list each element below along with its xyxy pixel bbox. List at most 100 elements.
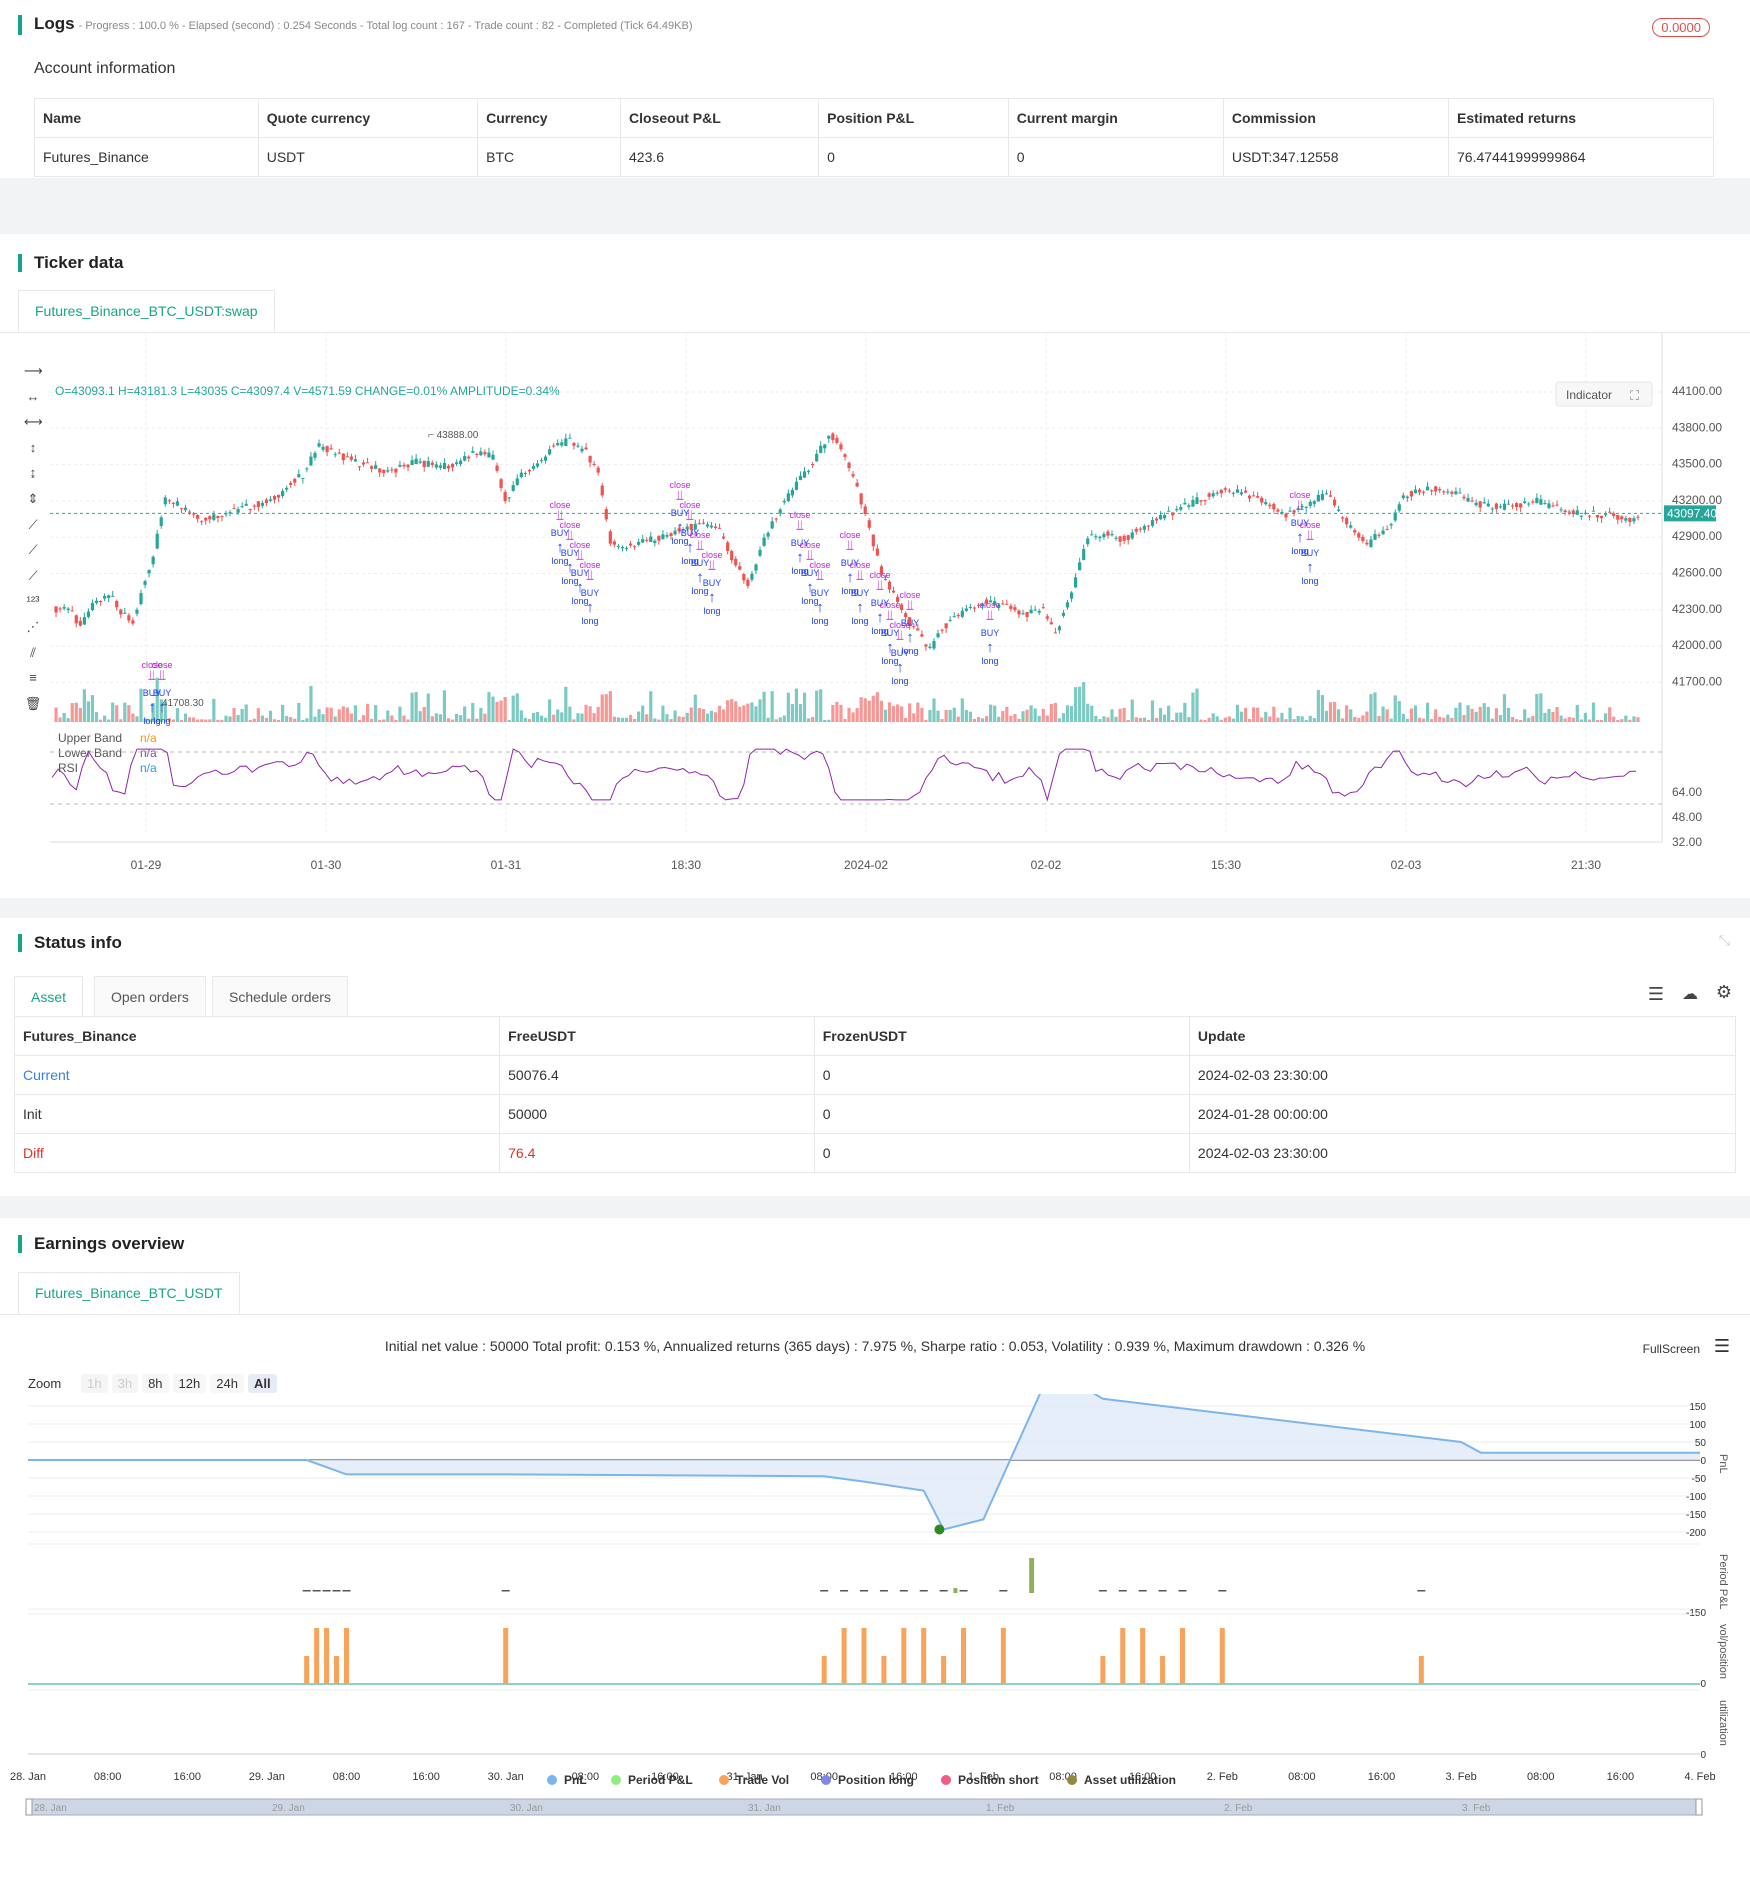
volume-bar	[1620, 719, 1624, 722]
pnl-tick-label: 200	[1689, 1394, 1706, 1395]
candle-body	[1025, 612, 1029, 618]
candle-body	[709, 525, 714, 528]
candle-body	[940, 629, 944, 631]
volume-bar	[426, 693, 430, 722]
close-marker-icon: ⫫	[986, 607, 994, 623]
volume-bar	[685, 712, 689, 722]
volume-bar	[216, 719, 220, 722]
volume-bar	[1171, 719, 1175, 722]
volume-bar	[750, 702, 754, 722]
candle-body	[754, 564, 758, 571]
volume-bar	[1316, 690, 1320, 722]
volume-bar	[1158, 708, 1163, 722]
candle-body	[552, 445, 556, 447]
volume-bar	[831, 704, 835, 722]
candle-body	[859, 493, 863, 505]
zoom-12h-button[interactable]: 12h	[172, 1374, 207, 1393]
cloud-upload-icon[interactable]: ☁	[1682, 984, 1698, 1004]
trade-buy-label: BUY	[153, 688, 172, 698]
zoom-24h-button[interactable]: 24h	[210, 1374, 244, 1393]
volume-bar	[1005, 706, 1009, 722]
volume-bar	[1292, 719, 1296, 722]
volume-bar	[633, 719, 637, 722]
volume-bar	[1434, 709, 1438, 722]
tab-earnings-symbol[interactable]: Futures_Binance_BTC_USDT	[18, 1272, 240, 1314]
volume-bar	[887, 702, 892, 722]
buy-arrow-icon: ↑	[586, 599, 594, 616]
candle-body	[624, 547, 629, 549]
candle-body	[1191, 499, 1195, 507]
gear-icon[interactable]: ⚙	[1716, 982, 1732, 1003]
trade-buy-label: BUY	[851, 588, 870, 598]
volume-bar	[993, 705, 997, 722]
volume-bar	[1393, 695, 1397, 722]
candle-body	[1154, 518, 1159, 521]
candle-body	[495, 465, 499, 471]
tab-open-orders[interactable]: Open orders	[94, 976, 206, 1016]
tab-ticker-symbol[interactable]: Futures_Binance_BTC_USDT:swap	[18, 290, 275, 332]
table-cell: USDT:347.12558	[1222, 137, 1450, 177]
logs-card: Logs - Progress : 100.0 % - Elapsed (seco…	[0, 0, 1750, 178]
candle-body	[503, 491, 507, 502]
zoom-1h-button[interactable]: 1h	[81, 1374, 108, 1393]
volume-bar	[843, 719, 847, 722]
volume-bar	[1227, 716, 1231, 722]
collapse-icon[interactable]: ⤡	[1719, 932, 1730, 949]
candle-body	[86, 611, 91, 617]
pnl-tick-label: 150	[1689, 1402, 1706, 1413]
trade-vol-bar	[1160, 1656, 1166, 1684]
volume-bar	[754, 706, 758, 722]
candle-body	[1543, 502, 1547, 504]
zoom-3h-button[interactable]: 3h	[111, 1374, 139, 1393]
volume-bar	[600, 694, 604, 722]
earnings-summary: Initial net value : 50000 Total profit: …	[384, 1338, 1366, 1354]
volume-bar	[86, 701, 91, 722]
rsi-tick-label: 64.00	[1672, 785, 1702, 799]
min-price-label: 41708.30	[162, 698, 204, 709]
buy-arrow-icon: ↑	[896, 659, 904, 676]
volume-bar	[82, 689, 86, 722]
trade-vol-bar	[324, 1628, 330, 1684]
candle-body	[252, 505, 256, 507]
candle-body	[1260, 497, 1264, 503]
candle-body	[843, 454, 847, 457]
earnings-chart[interactable]: 200150100500-50-100-150-200PnL-150Period…	[0, 1394, 1750, 1892]
tab-schedule-orders[interactable]: Schedule orders	[212, 976, 348, 1016]
rsi-legend-value: n/a	[140, 746, 157, 760]
zoom-All-button[interactable]: All	[247, 1374, 277, 1393]
volume-bar	[1243, 707, 1248, 722]
candle-body	[382, 469, 386, 473]
candle-body	[1235, 489, 1240, 493]
list-icon[interactable]: ☰	[1648, 984, 1664, 1005]
table-cell: Futures_Binance	[34, 137, 259, 177]
candle-body	[301, 477, 305, 479]
tab-asset[interactable]: Asset	[14, 976, 84, 1016]
legend-2-label: Trade Vol	[736, 1773, 789, 1787]
zoom-8h-button[interactable]: 8h	[142, 1374, 169, 1393]
candle-body	[78, 620, 82, 626]
volume-bar	[1466, 705, 1470, 722]
candle-body	[1434, 486, 1438, 492]
volume-bar	[782, 715, 786, 722]
volume-bar	[980, 718, 985, 722]
candle-body	[1320, 494, 1324, 500]
candle-body	[1252, 495, 1256, 497]
candle-body	[402, 464, 406, 467]
volume-bar	[709, 710, 714, 722]
candlestick-chart[interactable]: 44100.00 43800.00 43500.00 43200.00 42900.00…	[0, 332, 1750, 898]
volume-bar	[1134, 717, 1138, 722]
menu-icon[interactable]: ☰	[1714, 1336, 1730, 1357]
fullscreen-button[interactable]: FullScreen	[1643, 1342, 1700, 1356]
candle-body	[1442, 491, 1446, 493]
candle-body	[204, 517, 208, 521]
candle-body	[390, 469, 394, 471]
candle-body	[1142, 526, 1146, 530]
volume-bar	[260, 715, 264, 722]
volume-bar	[1219, 719, 1223, 722]
navigator-tick: 1. Feb	[986, 1803, 1015, 1814]
column-header: Commission	[1222, 98, 1450, 138]
candle-body	[321, 446, 325, 450]
volume-bar	[208, 719, 212, 722]
volume-bar	[1021, 711, 1025, 722]
candle-body	[847, 462, 851, 469]
